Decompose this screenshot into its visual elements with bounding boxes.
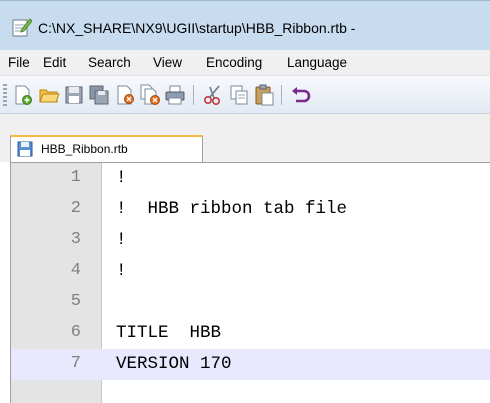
menu-view[interactable]: View bbox=[153, 55, 182, 70]
cut-icon[interactable] bbox=[202, 84, 224, 106]
editor-line[interactable]: 6 TITLE HBB bbox=[11, 318, 490, 349]
editor-line[interactable]: 3 ! bbox=[11, 225, 490, 256]
line-number: 7 bbox=[70, 354, 81, 373]
menu-encoding[interactable]: Encoding bbox=[206, 55, 262, 70]
toolbar-grip[interactable] bbox=[3, 84, 7, 108]
editor-line[interactable]: 5 bbox=[11, 287, 490, 318]
notepad-window: C:\NX_SHARE\NX9\UGII\startup\HBB_Ribbon.… bbox=[0, 0, 490, 403]
toolbar-separator bbox=[281, 85, 282, 105]
toolbar-separator bbox=[193, 85, 194, 105]
window-title: C:\NX_SHARE\NX9\UGII\startup\HBB_Ribbon.… bbox=[38, 20, 356, 36]
editor-line[interactable]: 1 ! bbox=[11, 163, 490, 194]
editor-line-current[interactable]: 7 VERSION 170 bbox=[11, 349, 490, 380]
line-text[interactable]: VERSION 170 bbox=[116, 354, 232, 374]
print-icon[interactable] bbox=[164, 84, 186, 106]
menu-language[interactable]: Language bbox=[287, 55, 347, 70]
line-text[interactable]: ! HBB ribbon tab file bbox=[116, 199, 347, 219]
line-number: 1 bbox=[70, 168, 81, 187]
line-number: 2 bbox=[70, 199, 81, 218]
save-all-icon[interactable] bbox=[88, 84, 110, 106]
save-icon[interactable] bbox=[63, 84, 85, 106]
line-text[interactable]: ! bbox=[116, 230, 127, 250]
line-number: 5 bbox=[70, 292, 81, 311]
editor-line[interactable]: 4 ! bbox=[11, 256, 490, 287]
saved-file-icon bbox=[17, 141, 33, 157]
notepad-app-icon bbox=[12, 18, 32, 37]
line-text[interactable]: ! bbox=[116, 168, 127, 188]
menu-search[interactable]: Search bbox=[88, 55, 131, 70]
text-editor[interactable]: 1 ! 2 ! HBB ribbon tab file 3 ! 4 ! 5 6 … bbox=[10, 162, 490, 403]
open-file-icon[interactable] bbox=[38, 84, 60, 106]
menu-file[interactable]: File bbox=[8, 55, 30, 70]
menu-edit[interactable]: Edit bbox=[43, 55, 66, 70]
tab-strip: HBB_Ribbon.rtb bbox=[0, 114, 490, 162]
undo-icon[interactable] bbox=[290, 84, 312, 106]
close-icon[interactable] bbox=[114, 84, 136, 106]
tab-hbb-ribbon[interactable]: HBB_Ribbon.rtb bbox=[10, 135, 203, 162]
close-all-icon[interactable] bbox=[139, 84, 161, 106]
menu-bar: File Edit Search View Encoding Language bbox=[0, 50, 490, 76]
title-bar[interactable]: C:\NX_SHARE\NX9\UGII\startup\HBB_Ribbon.… bbox=[0, 0, 490, 50]
line-number: 4 bbox=[70, 261, 81, 280]
tab-label: HBB_Ribbon.rtb bbox=[41, 142, 128, 156]
editor-line[interactable]: 2 ! HBB ribbon tab file bbox=[11, 194, 490, 225]
line-text[interactable]: ! bbox=[116, 261, 127, 281]
line-number: 6 bbox=[70, 323, 81, 342]
paste-icon[interactable] bbox=[253, 84, 275, 106]
line-text[interactable]: TITLE HBB bbox=[116, 323, 221, 343]
new-file-icon[interactable] bbox=[12, 84, 34, 106]
copy-icon[interactable] bbox=[228, 84, 250, 106]
toolbar bbox=[0, 76, 490, 114]
line-number: 3 bbox=[70, 230, 81, 249]
